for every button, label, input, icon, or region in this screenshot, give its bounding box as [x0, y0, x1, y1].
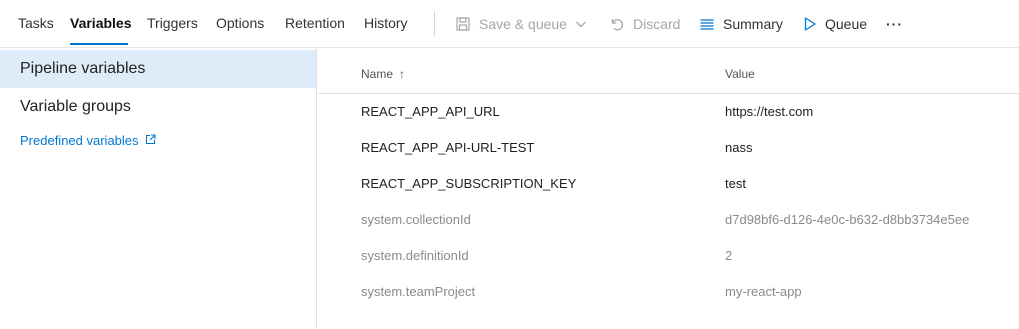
save-and-queue-label: Save & queue — [479, 16, 567, 32]
variable-name: system.definitionId — [361, 248, 469, 263]
undo-icon — [609, 16, 625, 32]
name-column-header[interactable]: Name ↑ — [361, 67, 405, 81]
tab-options[interactable]: Options — [216, 15, 264, 31]
variable-row[interactable]: REACT_APP_API-URL-TEST nass — [318, 130, 1019, 166]
tab-history[interactable]: History — [364, 15, 408, 31]
discard-label: Discard — [633, 16, 681, 32]
discard-button[interactable]: Discard — [609, 14, 680, 34]
variable-value: d7d98bf6-d126-4e0c-b632-d8bb3734e5ee — [725, 212, 970, 227]
tab-retention[interactable]: Retention — [285, 15, 345, 31]
queue-label: Queue — [825, 16, 868, 32]
summary-button[interactable]: Summary — [699, 14, 783, 34]
toolbar-divider — [434, 11, 435, 36]
system-variable-row: system.definitionId 2 — [318, 238, 1019, 274]
play-icon — [803, 16, 817, 32]
active-tab-indicator — [70, 43, 128, 45]
variable-name[interactable]: REACT_APP_SUBSCRIPTION_KEY — [361, 176, 576, 191]
save-icon — [455, 16, 471, 32]
external-link-icon — [145, 133, 156, 148]
variable-value[interactable]: https://test.com — [725, 104, 813, 119]
pipeline-toolbar: Tasks Variables Triggers Options Retenti… — [0, 0, 1019, 48]
name-header-label: Name — [361, 67, 394, 81]
summary-label: Summary — [723, 16, 783, 32]
system-variable-row: system.teamProject my-react-app — [318, 274, 1019, 310]
tab-triggers[interactable]: Triggers — [147, 15, 198, 31]
save-and-queue-button[interactable]: Save & queue — [455, 14, 587, 34]
nav-pipeline-variables[interactable]: Pipeline variables — [0, 50, 316, 88]
tab-variables[interactable]: Variables — [70, 15, 132, 31]
queue-button[interactable]: Queue — [803, 14, 867, 34]
predefined-variables-label: Predefined variables — [20, 133, 139, 148]
variable-value[interactable]: test — [725, 176, 746, 191]
variable-row[interactable]: REACT_APP_API_URL https://test.com — [318, 94, 1019, 130]
nav-variable-groups[interactable]: Variable groups — [0, 88, 316, 126]
value-column-header[interactable]: Value — [725, 67, 755, 81]
predefined-variables-link[interactable]: Predefined variables — [20, 133, 156, 148]
variable-name[interactable]: REACT_APP_API_URL — [361, 104, 500, 119]
value-header-label: Value — [725, 67, 755, 81]
system-variable-row: system.collectionId d7d98bf6-d126-4e0c-b… — [318, 202, 1019, 238]
more-actions-icon[interactable]: ··· — [886, 14, 903, 34]
variables-grid-header: Name ↑ Value — [318, 48, 1019, 94]
sort-ascending-icon: ↑ — [399, 67, 406, 81]
variable-row[interactable]: REACT_APP_SUBSCRIPTION_KEY test — [318, 166, 1019, 202]
variable-value: my-react-app — [725, 284, 802, 299]
variable-name[interactable]: REACT_APP_API-URL-TEST — [361, 140, 534, 155]
variable-name: system.collectionId — [361, 212, 471, 227]
variable-name: system.teamProject — [361, 284, 476, 299]
variables-nav-panel: Pipeline variables Variable groups Prede… — [0, 48, 317, 329]
variable-value: 2 — [725, 248, 733, 263]
variable-value[interactable]: nass — [725, 140, 752, 155]
tab-tasks[interactable]: Tasks — [18, 15, 54, 31]
list-icon — [699, 16, 715, 32]
chevron-down-icon[interactable] — [575, 18, 587, 30]
more-label: ··· — [886, 16, 903, 32]
